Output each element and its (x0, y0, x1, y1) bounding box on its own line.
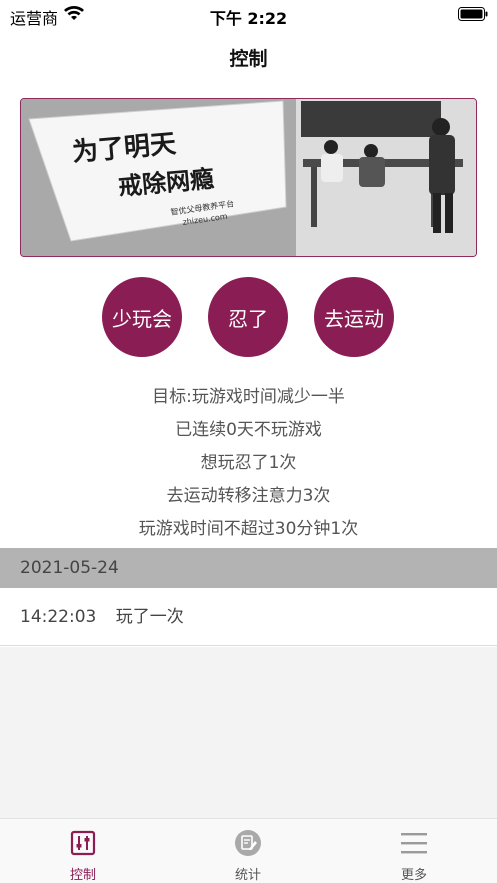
tab-stats[interactable]: 统计 (165, 819, 331, 883)
exercise-count-text: 去运动转移注意力3次 (166, 486, 331, 506)
play-less-button[interactable]: 少玩会 (102, 277, 182, 357)
tab-more[interactable]: 更多 (331, 819, 497, 883)
banner-image: 为了明天 戒除网瘾 智优父母教养平台 zhizeu.com (20, 98, 477, 257)
menu-icon (401, 833, 427, 854)
goal-text: 目标:玩游戏时间减少一半 (152, 387, 345, 407)
tab-bar: 控制 统计 更多 (0, 818, 497, 883)
list-empty-area (0, 647, 497, 818)
streak-text: 已连续0天不玩游戏 (175, 420, 322, 440)
sliders-icon (70, 830, 96, 856)
status-bar: 运营商 下午 2:22 (0, 0, 497, 28)
exercise-button[interactable]: 去运动 (314, 277, 394, 357)
record-time: 14:22:03 (20, 607, 97, 627)
record-row[interactable]: 14:22:03 玩了一次 (0, 588, 497, 646)
stats-edit-icon (235, 830, 261, 856)
resisted-count-text: 想玩忍了1次 (200, 453, 297, 473)
record-date-header: 2021-05-24 (0, 548, 497, 588)
resist-button[interactable]: 忍了 (208, 277, 288, 357)
tab-more-label: 更多 (400, 868, 427, 883)
tab-stats-label: 统计 (234, 868, 261, 883)
page-title: 控制 (229, 48, 268, 70)
tab-control[interactable]: 控制 (0, 819, 166, 883)
status-time: 下午 2:22 (209, 9, 288, 28)
under-limit-count-text: 玩游戏时间不超过30分钟1次 (138, 519, 359, 539)
battery-icon (458, 7, 488, 21)
app-screen: 运营商 下午 2:22 控制 为了明天 戒除网瘾 智优父母教养平台 zhizeu… (0, 0, 497, 883)
record-text: 玩了一次 (115, 607, 184, 627)
tab-control-label: 控制 (69, 868, 96, 883)
stats-summary: 目标:玩游戏时间减少一半 已连续0天不玩游戏 想玩忍了1次 去运动转移注意力3次… (0, 381, 497, 546)
